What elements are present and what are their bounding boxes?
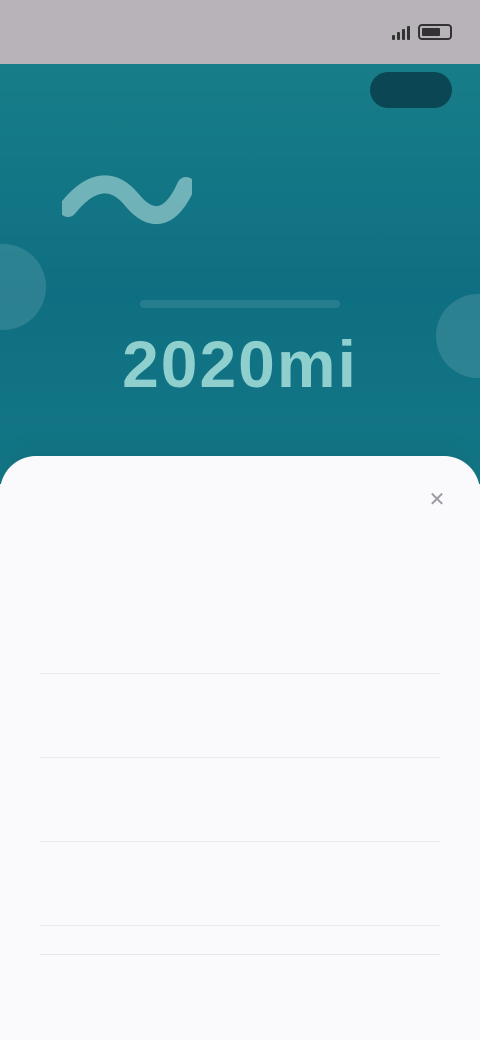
previous-icon[interactable] xyxy=(0,244,46,330)
list-item[interactable] xyxy=(40,674,440,758)
signal-icon xyxy=(392,24,410,40)
close-icon[interactable]: ✕ xyxy=(424,486,450,512)
hero-panel: 2020mi xyxy=(0,64,480,484)
list-item[interactable] xyxy=(40,842,440,926)
details-list xyxy=(40,590,440,926)
header-action-button[interactable] xyxy=(370,72,452,108)
status-bar xyxy=(0,0,480,64)
divider xyxy=(40,954,440,955)
battery-icon xyxy=(418,24,452,40)
hero-reading: 2020mi xyxy=(122,327,358,401)
hero-caption-placeholder xyxy=(140,300,340,308)
bottom-sheet: ✕ xyxy=(0,456,480,1040)
list-item[interactable] xyxy=(40,758,440,842)
app-screen: 2020mi ✕ xyxy=(0,0,480,1040)
list-item[interactable] xyxy=(40,590,440,674)
wave-icon xyxy=(62,175,192,224)
status-icons xyxy=(392,24,452,40)
